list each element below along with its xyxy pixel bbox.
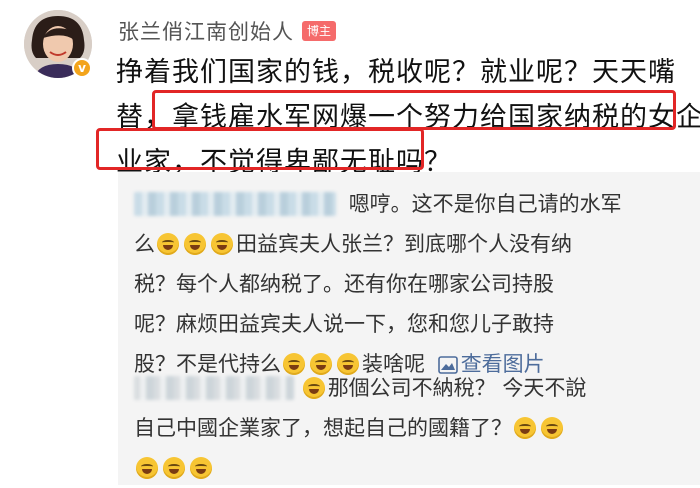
verified-badge-icon: v [72, 58, 92, 78]
reply-line [134, 448, 680, 488]
reply-text: 么 [134, 232, 155, 256]
laughing-tears-emoji-icon [157, 233, 179, 255]
reply-text: 嗯哼。这不是你自己请的水军 [348, 192, 622, 216]
post-header: 张兰俏江南创始人 博主 [118, 16, 337, 46]
reply-line: 呢？麻烦田益宾夫人说一下，您和您儿子敢持 [134, 312, 554, 336]
reply-line: 自己中國企業家了，想起自己的國籍了？ [134, 408, 680, 448]
reply-line: 那個公司不納稅？ 今天不說 [134, 368, 680, 408]
laughing-tears-emoji-icon [184, 233, 206, 255]
laughing-tears-emoji-icon [541, 417, 563, 439]
reply-text: 那個公司不納稅？ 今天不說 [327, 376, 587, 400]
reply-line: 么 田益宾夫人张兰？到底哪个人没有纳 [134, 224, 680, 264]
laughing-tears-emoji-icon [211, 233, 233, 255]
author-badge: 博主 [302, 21, 337, 41]
reply-text: 田益宾夫人张兰？到底哪个人没有纳 [236, 232, 572, 256]
blurred-username[interactable] [134, 376, 294, 400]
highlight-box-lower [96, 128, 424, 170]
reply-panel: 嗯哼。这不是你自己请的水军 么 田益宾夫人张兰？到底哪个人没有纳 税？每个人都纳税… [118, 172, 700, 485]
reply-line: 嗯哼。这不是你自己请的水军 [134, 184, 680, 224]
reply-item: 嗯哼。这不是你自己请的水军 么 田益宾夫人张兰？到底哪个人没有纳 税？每个人都纳税… [134, 184, 680, 384]
laughing-tears-emoji-icon [302, 377, 325, 399]
laughing-tears-emoji-icon [190, 457, 212, 479]
reply-line: 税？每个人都纳税了。还有你在哪家公司持股 [134, 272, 554, 296]
blurred-username[interactable] [134, 192, 336, 216]
post-line-1: 挣着我们国家的钱，税收呢？就业呢？天天嘴 [116, 57, 676, 88]
reply-item: 那個公司不納稅？ 今天不說 自己中國企業家了，想起自己的國籍了？ [134, 368, 680, 488]
highlight-box-upper [152, 90, 676, 130]
reply-text: 自己中國企業家了，想起自己的國籍了？ [134, 416, 512, 440]
laughing-tears-emoji-icon [514, 417, 536, 439]
laughing-tears-emoji-icon [136, 457, 158, 479]
laughing-tears-emoji-icon [163, 457, 185, 479]
username[interactable]: 张兰俏江南创始人 [118, 16, 294, 46]
